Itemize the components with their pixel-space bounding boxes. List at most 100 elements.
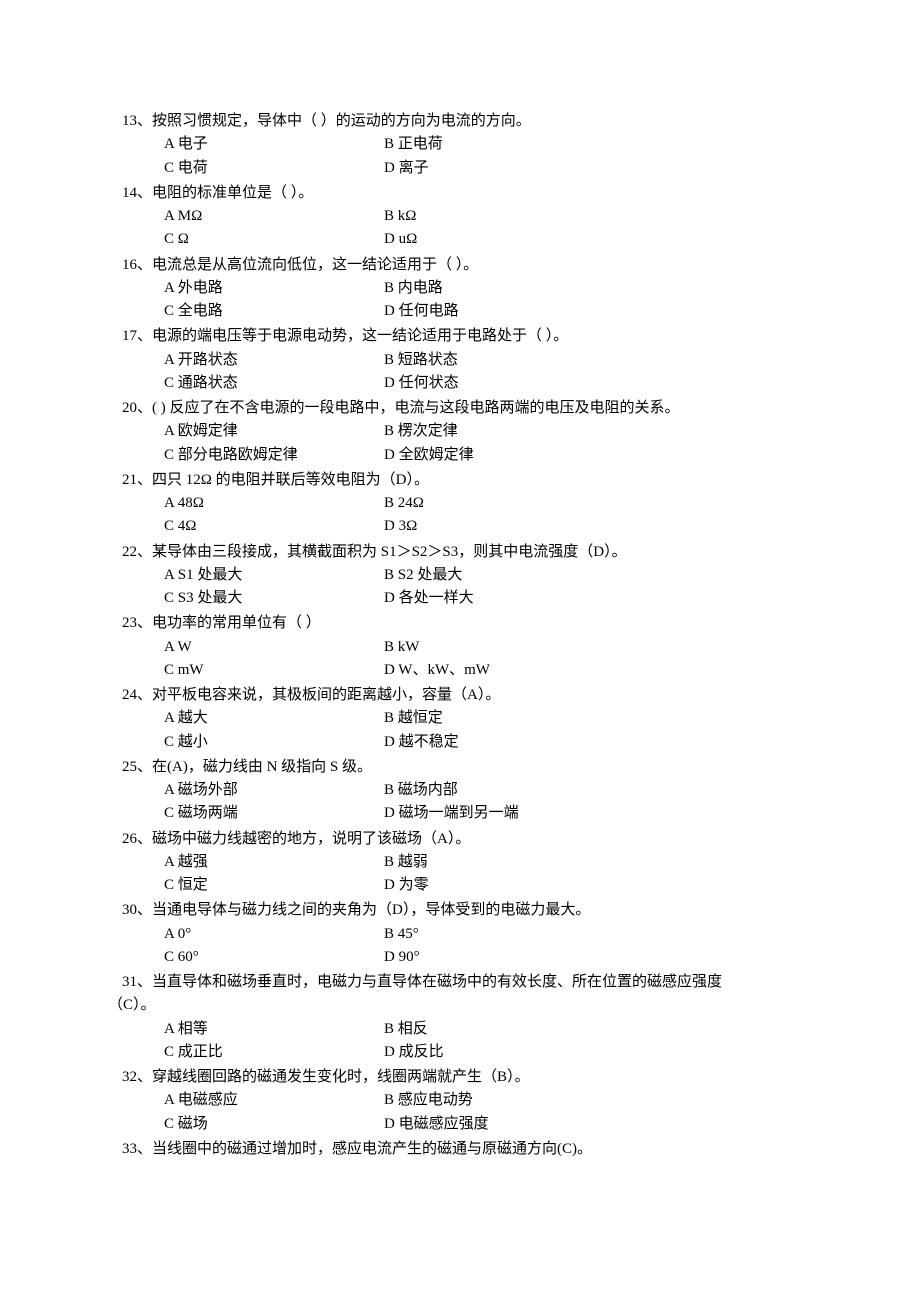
option-row: C 恒定D 为零 <box>164 874 798 897</box>
question-text: 30、当通电导体与磁力线之间的夹角为（D），导体受到的电磁力最大。 <box>122 899 798 922</box>
option-right: D 任何电路 <box>384 300 798 323</box>
option-left: A 越大 <box>164 707 384 730</box>
option-row: C S3 处最大D 各处一样大 <box>164 587 798 610</box>
question-text: 33、当线圈中的磁通过增加时，感应电流产生的磁通与原磁通方向(C)。 <box>122 1138 798 1161</box>
options-group: A 0°B 45°C 60°D 90° <box>122 923 798 970</box>
option-left: C 60° <box>164 946 384 969</box>
question-text: 31、当直导体和磁场垂直时，电磁力与直导体在磁场中的有效长度、所在位置的磁感应强… <box>122 971 798 994</box>
option-right: B 磁场内部 <box>384 779 798 802</box>
option-left: A 外电路 <box>164 277 384 300</box>
option-left: C 越小 <box>164 731 384 754</box>
options-group: A 48ΩB 24ΩC 4ΩD 3Ω <box>122 492 798 539</box>
question-block: 30、当通电导体与磁力线之间的夹角为（D），导体受到的电磁力最大。A 0°B 4… <box>122 899 798 969</box>
option-row: C 越小D 越不稳定 <box>164 731 798 754</box>
option-row: A 电子B 正电荷 <box>164 133 798 156</box>
options-group: A WB kWC mWD W、kW、mW <box>122 636 798 683</box>
question-block: 25、在(A)，磁力线由 N 级指向 S 级。A 磁场外部B 磁场内部C 磁场两… <box>122 756 798 826</box>
option-left: A 越强 <box>164 851 384 874</box>
options-group: A 电子B 正电荷C 电荷D 离子 <box>122 133 798 180</box>
option-row: C ΩD uΩ <box>164 228 798 251</box>
question-block: 32、穿越线圈回路的磁通发生变化时，线圈两端就产生（B）。A 电磁感应B 感应电… <box>122 1066 798 1136</box>
option-right: B 短路状态 <box>384 349 798 372</box>
question-text: 21、四只 12Ω 的电阻并联后等效电阻为（D）。 <box>122 469 798 492</box>
option-left: A 开路状态 <box>164 349 384 372</box>
option-row: A 相等B 相反 <box>164 1018 798 1041</box>
question-text: 26、磁场中磁力线越密的地方，说明了该磁场（A）。 <box>122 828 798 851</box>
option-right: D 全欧姆定律 <box>384 444 798 467</box>
option-right: B 越弱 <box>384 851 798 874</box>
question-continuation: （C）。 <box>108 994 798 1017</box>
option-row: A 电磁感应B 感应电动势 <box>164 1089 798 1112</box>
option-right: D uΩ <box>384 228 798 251</box>
option-right: D 为零 <box>384 874 798 897</box>
document-body: 13、按照习惯规定，导体中（ ）的运动的方向为电流的方向。A 电子B 正电荷C … <box>122 110 798 1161</box>
option-right: B 45° <box>384 923 798 946</box>
option-row: A S1 处最大B S2 处最大 <box>164 564 798 587</box>
option-left: A 电子 <box>164 133 384 156</box>
option-left: C mW <box>164 659 384 682</box>
option-row: A 开路状态B 短路状态 <box>164 349 798 372</box>
option-right: B 24Ω <box>384 492 798 515</box>
option-left: A W <box>164 636 384 659</box>
option-right: D W、kW、mW <box>384 659 798 682</box>
option-right: D 3Ω <box>384 515 798 538</box>
option-left: C 磁场两端 <box>164 802 384 825</box>
question-block: 21、四只 12Ω 的电阻并联后等效电阻为（D）。A 48ΩB 24ΩC 4ΩD… <box>122 469 798 539</box>
options-group: A 越大B 越恒定C 越小D 越不稳定 <box>122 707 798 754</box>
option-right: B kΩ <box>384 205 798 228</box>
option-left: A 欧姆定律 <box>164 420 384 443</box>
option-right: D 越不稳定 <box>384 731 798 754</box>
option-row: A 欧姆定律B 楞次定律 <box>164 420 798 443</box>
option-left: A 0° <box>164 923 384 946</box>
question-text: 17、电源的端电压等于电源电动势，这一结论适用于电路处于（ ）。 <box>122 325 798 348</box>
option-right: D 离子 <box>384 157 798 180</box>
option-left: A 48Ω <box>164 492 384 515</box>
options-group: A S1 处最大B S2 处最大C S3 处最大D 各处一样大 <box>122 564 798 611</box>
options-group: A 电磁感应B 感应电动势C 磁场D 电磁感应强度 <box>122 1089 798 1136</box>
option-left: A S1 处最大 <box>164 564 384 587</box>
option-left: C 磁场 <box>164 1113 384 1136</box>
option-row: C 磁场D 电磁感应强度 <box>164 1113 798 1136</box>
option-left: C 电荷 <box>164 157 384 180</box>
option-right: B kW <box>384 636 798 659</box>
options-group: A 外电路B 内电路C 全电路D 任何电路 <box>122 277 798 324</box>
option-left: A 电磁感应 <box>164 1089 384 1112</box>
option-row: A MΩB kΩ <box>164 205 798 228</box>
option-row: C 全电路D 任何电路 <box>164 300 798 323</box>
options-group: A 相等B 相反C 成正比D 成反比 <box>122 1018 798 1065</box>
option-right: D 各处一样大 <box>384 587 798 610</box>
option-left: C Ω <box>164 228 384 251</box>
question-block: 16、电流总是从高位流向低位，这一结论适用于（ ）。A 外电路B 内电路C 全电… <box>122 254 798 324</box>
question-text: 13、按照习惯规定，导体中（ ）的运动的方向为电流的方向。 <box>122 110 798 133</box>
option-row: C 成正比D 成反比 <box>164 1041 798 1064</box>
question-block: 14、电阻的标准单位是（ ）。A MΩB kΩC ΩD uΩ <box>122 182 798 252</box>
question-block: 22、某导体由三段接成，其横截面积为 S1＞S2＞S3，则其中电流强度（D）。A… <box>122 541 798 611</box>
option-row: C mWD W、kW、mW <box>164 659 798 682</box>
option-row: C 部分电路欧姆定律D 全欧姆定律 <box>164 444 798 467</box>
option-left: A 相等 <box>164 1018 384 1041</box>
option-right: B S2 处最大 <box>384 564 798 587</box>
option-right: B 楞次定律 <box>384 420 798 443</box>
option-row: C 电荷D 离子 <box>164 157 798 180</box>
option-left: C 成正比 <box>164 1041 384 1064</box>
option-right: D 电磁感应强度 <box>384 1113 798 1136</box>
question-block: 20、( ) 反应了在不含电源的一段电路中，电流与这段电路两端的电压及电阻的关系… <box>122 397 798 467</box>
option-row: A 0°B 45° <box>164 923 798 946</box>
option-right: B 正电荷 <box>384 133 798 156</box>
option-row: C 磁场两端D 磁场一端到另一端 <box>164 802 798 825</box>
option-right: D 任何状态 <box>384 372 798 395</box>
question-text: 23、电功率的常用单位有（ ） <box>122 612 798 635</box>
options-group: A 开路状态B 短路状态C 通路状态D 任何状态 <box>122 349 798 396</box>
option-row: C 60°D 90° <box>164 946 798 969</box>
option-left: C 部分电路欧姆定律 <box>164 444 384 467</box>
option-row: A 越大B 越恒定 <box>164 707 798 730</box>
option-row: A 越强B 越弱 <box>164 851 798 874</box>
option-right: B 相反 <box>384 1018 798 1041</box>
question-block: 33、当线圈中的磁通过增加时，感应电流产生的磁通与原磁通方向(C)。 <box>122 1138 798 1161</box>
option-right: B 越恒定 <box>384 707 798 730</box>
options-group: A MΩB kΩC ΩD uΩ <box>122 205 798 252</box>
question-block: 26、磁场中磁力线越密的地方，说明了该磁场（A）。A 越强B 越弱C 恒定D 为… <box>122 828 798 898</box>
option-left: C 全电路 <box>164 300 384 323</box>
option-row: A 48ΩB 24Ω <box>164 492 798 515</box>
option-left: A MΩ <box>164 205 384 228</box>
